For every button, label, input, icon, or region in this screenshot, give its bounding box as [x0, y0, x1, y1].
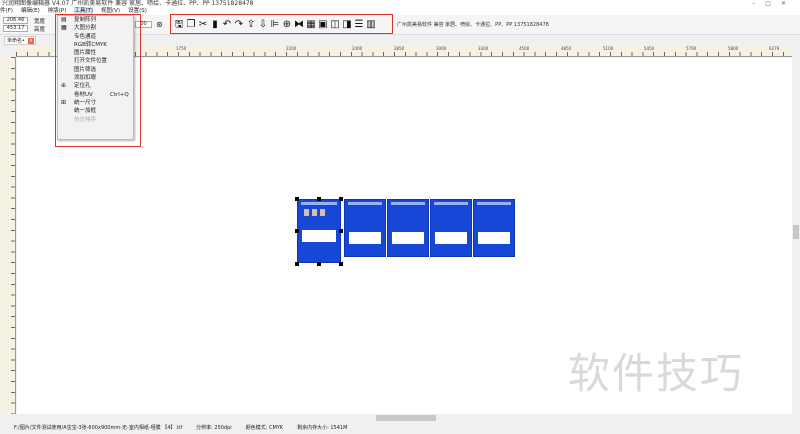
vertical-scroll-thumb[interactable]	[793, 225, 799, 239]
mirror-icon[interactable]: ⧓	[294, 19, 304, 30]
ruler-label: 4850	[561, 46, 572, 51]
ruler-label: 5450	[644, 46, 655, 51]
window-controls[interactable]: –□✕	[752, 0, 796, 7]
ruler-label: 5700	[686, 46, 697, 51]
selection-handle[interactable]	[339, 262, 343, 266]
toolbar-icon-group: 🖫 ❐ ✂ ▮ ↶ ↷ ⇪ ⇩ ⊫ ⊕ ⧓ ▦ ▣ ◫ ◨ ☰ ▥	[170, 14, 393, 34]
flip-icon[interactable]: ◨	[342, 19, 352, 30]
image-photo	[320, 209, 325, 216]
columns-icon[interactable]: ▥	[366, 19, 376, 30]
cut-icon[interactable]: ✂	[198, 19, 208, 30]
image-textbox	[435, 232, 467, 244]
width-label: 宽度	[34, 19, 46, 25]
ruler-label: 5100	[603, 46, 614, 51]
ruler-label: 3300	[478, 46, 489, 51]
close-icon[interactable]: ×	[28, 38, 34, 44]
height-input[interactable]: 453.17	[3, 25, 28, 32]
undo-icon[interactable]: ↶	[222, 19, 232, 30]
image-textbox	[302, 230, 336, 242]
image-photo	[312, 209, 317, 216]
ruler-label: 4500	[519, 46, 530, 51]
image-textbox	[478, 232, 510, 244]
align-center-icon[interactable]: ☰	[354, 19, 364, 30]
print-image[interactable]	[387, 199, 429, 257]
selection-handle[interactable]	[295, 262, 299, 266]
paste-icon[interactable]: ▮	[210, 19, 220, 30]
tab-untitled[interactable]: 未命名• ×	[4, 36, 36, 45]
vertical-ruler	[0, 57, 16, 414]
selected-print-image[interactable]	[297, 199, 341, 263]
width-input[interactable]: 206.46	[3, 17, 28, 24]
print-image[interactable]	[344, 199, 386, 257]
height-label: 高度	[34, 27, 46, 33]
image-header	[477, 202, 511, 205]
ruler-label: 2850	[394, 46, 405, 51]
image-header	[348, 202, 382, 205]
selection-handle[interactable]	[317, 262, 321, 266]
selection-handle[interactable]	[339, 197, 343, 201]
zoom-circle-icon[interactable]: ⊛	[156, 20, 163, 29]
export-icon[interactable]: ⇪	[246, 19, 256, 30]
image-icon[interactable]: ▣	[318, 19, 328, 30]
company-info: 广州凯美易软件 兼容 家居、喷绘、卡通拉、PP、PP 13751828478	[397, 22, 549, 28]
window-title: 兴润翔图像编辑器 V4.07 广州凯美易软件 兼容 家居、喷绘、卡通拉、PP、P…	[2, 0, 254, 7]
status-file-path: F:/图片/文件测试使用/A宝宝-3张-600x900mm-无-室内相纸-哑膜 …	[14, 425, 183, 431]
image-photo	[304, 209, 309, 216]
image-header	[391, 202, 425, 205]
print-image[interactable]	[473, 199, 515, 257]
selection-handle[interactable]	[339, 229, 343, 233]
selection-handle[interactable]	[295, 229, 299, 233]
menu-edit[interactable]: 编辑(E)	[21, 7, 40, 15]
tab-label: 未命名•	[7, 38, 25, 44]
horizontal-scroll-thumb[interactable]	[376, 415, 436, 421]
align-left-icon[interactable]: ⊫	[270, 19, 280, 30]
image-textbox	[392, 232, 424, 244]
ruler-label: 1750	[176, 46, 187, 51]
image-header	[301, 202, 337, 205]
ruler-label: 6279	[769, 46, 780, 51]
highlight-box	[55, 14, 141, 147]
grid-icon[interactable]: ▦	[306, 19, 316, 30]
title-bar: 兴润翔图像编辑器 V4.07 广州凯美易软件 兼容 家居、喷绘、卡通拉、PP、P…	[0, 0, 800, 7]
import-icon[interactable]: ⇩	[258, 19, 268, 30]
status-color-mode: 颜色模式: CMYK	[245, 425, 284, 431]
status-resolution: 分辨率: 250dpi	[196, 425, 232, 431]
image-textbox	[349, 232, 381, 244]
ruler-label: 5800	[728, 46, 739, 51]
copy-icon[interactable]: ❐	[186, 19, 196, 30]
status-bar: F:/图片/文件测试使用/A宝宝-3张-600x900mm-无-室内相纸-哑膜 …	[0, 422, 800, 434]
selection-handle[interactable]	[317, 197, 321, 201]
menu-file[interactable]: 件(F)	[0, 7, 13, 15]
image-header	[434, 202, 468, 205]
ruler-label: 2400	[352, 46, 363, 51]
watermark: 软件技巧	[568, 349, 745, 398]
status-memory: 剩余内存大小: 1541M	[297, 425, 348, 431]
redo-icon[interactable]: ↷	[234, 19, 244, 30]
ruler-label: 3000	[436, 46, 447, 51]
print-image[interactable]	[430, 199, 472, 257]
selection-handle[interactable]	[295, 197, 299, 201]
layout-icon[interactable]: ◫	[330, 19, 340, 30]
target-icon[interactable]: ⊕	[282, 19, 292, 30]
ruler-label: 2200	[286, 46, 297, 51]
save-icon[interactable]: 🖫	[174, 19, 184, 30]
